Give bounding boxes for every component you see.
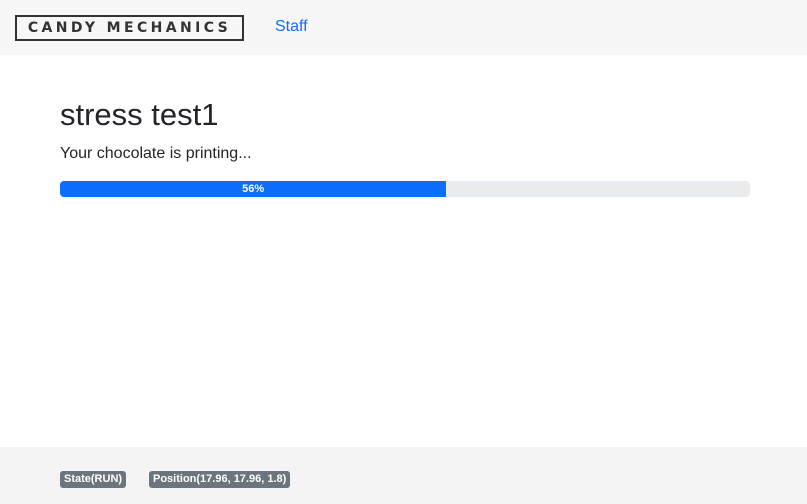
print-status-text: Your chocolate is printing... (60, 145, 252, 162)
top-navbar: CANDY MECHANICS Staff (0, 0, 807, 55)
print-progress-bar: 56% (60, 181, 447, 197)
position-badge: Position(17.96, 17.96, 1.8) (149, 471, 291, 488)
brand-logo[interactable]: CANDY MECHANICS (15, 15, 244, 41)
page-title: stress test1 (60, 97, 219, 132)
nav-link-staff[interactable]: Staff (275, 17, 308, 37)
footer: State(RUN) Position(17.96, 17.96, 1.8) (0, 447, 807, 504)
state-badge: State(RUN) (60, 471, 127, 488)
print-progress: 56% (60, 181, 750, 197)
